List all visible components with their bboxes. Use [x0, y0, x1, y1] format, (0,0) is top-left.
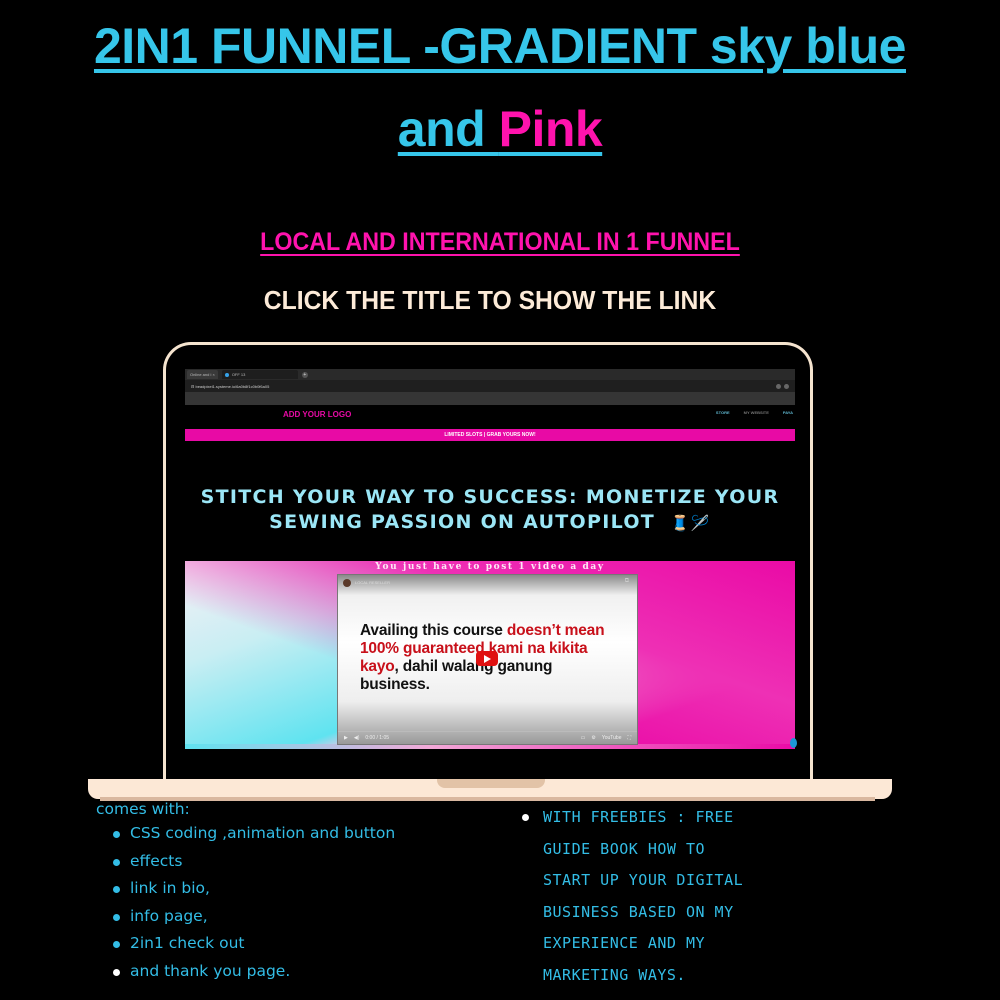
laptop-notch — [437, 779, 545, 788]
bullet-icon — [522, 814, 529, 821]
channel-name[interactable]: LOCAL RESELLER — [355, 580, 390, 585]
browser-tab-active[interactable]: OFF 13 — [221, 370, 298, 379]
volume-icon[interactable]: ◀) — [354, 735, 360, 741]
headline-line-1: STITCH YOUR WAY TO SUCCESS: MONETIZE YOU… — [200, 486, 780, 508]
headline-line-2-text: SEWING PASSION ON AUTOPILOT — [269, 511, 656, 533]
favicon-icon — [224, 372, 229, 377]
new-tab-icon[interactable]: + — [301, 371, 308, 378]
bookmarks-bar — [185, 392, 795, 405]
play-button-icon[interactable] — [476, 651, 498, 666]
video-player[interactable]: LOCAL RESELLER ⧉ Availing this course do… — [337, 574, 638, 745]
settings-gear-icon[interactable]: ⚙ — [591, 735, 595, 741]
site-headline: STITCH YOUR WAY TO SUCCESS: MONETIZE YOU… — [170, 485, 810, 536]
nav-item-my-website[interactable]: MY WEBSITE — [744, 410, 769, 415]
profile-icon[interactable] — [784, 383, 789, 389]
feature-item: info page, — [112, 907, 395, 935]
play-icon[interactable]: ▶ — [344, 735, 348, 741]
hero-caption: You just have to post 1 video a day — [375, 562, 605, 572]
chat-widget-icon[interactable] — [790, 738, 797, 748]
cta-text: CLICK THE TITLE TO SHOW THE LINK — [263, 285, 717, 315]
freebies-line: BUSINESS BASED ON MY — [543, 902, 734, 921]
video-time: 0:00 / 1:05 — [365, 735, 390, 741]
channel-avatar[interactable] — [343, 579, 351, 587]
browser-chrome: Online and i × OFF 13 + ⊟ beadpixel1.sys… — [185, 369, 795, 405]
extension-icon[interactable] — [776, 383, 781, 389]
site-header: ADD YOUR LOGO STORE MY WEBSITE PAYA — [185, 405, 795, 427]
title-and-text: and — [397, 101, 499, 157]
address-bar[interactable]: ⊟ beadpixel1.systeme.io/6a0b8f1c0b0f6a05 — [185, 380, 795, 392]
subtitle-link[interactable]: LOCAL AND INTERNATIONAL IN 1 FUNNEL — [35, 228, 965, 257]
freebies-text: WITH FREEBIES : FREE GUIDE BOOK HOW TO S… — [543, 802, 783, 991]
features-list: comes with: CSS coding ,animation and bu… — [96, 800, 395, 989]
freebies-line: START UP YOUR DIGITAL — [543, 871, 744, 889]
captions-icon[interactable]: ▭ — [581, 735, 586, 741]
browser-tab[interactable]: Online and i × — [187, 370, 218, 379]
feature-item: CSS coding ,animation and button — [112, 824, 395, 852]
youtube-logo[interactable]: YouTube — [602, 735, 622, 741]
fullscreen-icon[interactable]: ⛶ — [627, 735, 631, 741]
freebies-line: MARKETING WAYS. — [543, 965, 686, 984]
main-title-line-1[interactable]: 2IN1 FUNNEL -GRADIENT sky blue — [0, 17, 1000, 75]
site-logo[interactable]: ADD YOUR LOGO — [283, 410, 351, 419]
site-nav: STORE MY WEBSITE PAYA — [716, 410, 793, 415]
title-pink-text: Pink — [498, 101, 603, 157]
tab-label: OFF 13 — [231, 372, 246, 377]
tab-label: Online and i — [190, 372, 212, 377]
share-icon[interactable]: ⧉ — [625, 578, 629, 585]
thread-needle-icon: 🧵🪡 — [670, 514, 711, 532]
browser-tabs: Online and i × OFF 13 + — [185, 369, 795, 380]
freebies-line: EXPERIENCE AND MY — [543, 934, 706, 952]
nav-item-pay[interactable]: PAYA — [783, 410, 793, 415]
features-lead: comes with: — [96, 800, 190, 818]
feature-item: 2in1 check out — [112, 934, 395, 962]
freebies-line: WITH FREEBIES : FREE — [543, 808, 734, 826]
feature-item: and thank you page. — [112, 962, 395, 990]
main-title-line-2[interactable]: and Pink — [0, 100, 1000, 158]
promo-bar[interactable]: LIMITED SLOTS | GRAB YOURS NOW! — [185, 429, 795, 441]
nav-item-store[interactable]: STORE — [716, 410, 730, 415]
freebies-line: GUIDE BOOK HOW TO — [543, 839, 706, 858]
video-controls: ▶ ◀) 0:00 / 1:05 ▭ ⚙ YouTube ⛶ — [338, 732, 637, 744]
headline-line-2: SEWING PASSION ON AUTOPILOT 🧵🪡 — [170, 510, 810, 536]
feature-item: link in bio, — [112, 879, 395, 907]
feature-item: effects — [112, 852, 395, 880]
url-text: beadpixel1.systeme.io/6a0b8f1c0b0f6a05 — [195, 383, 270, 389]
slide-text-black: Availing this course — [360, 622, 507, 639]
